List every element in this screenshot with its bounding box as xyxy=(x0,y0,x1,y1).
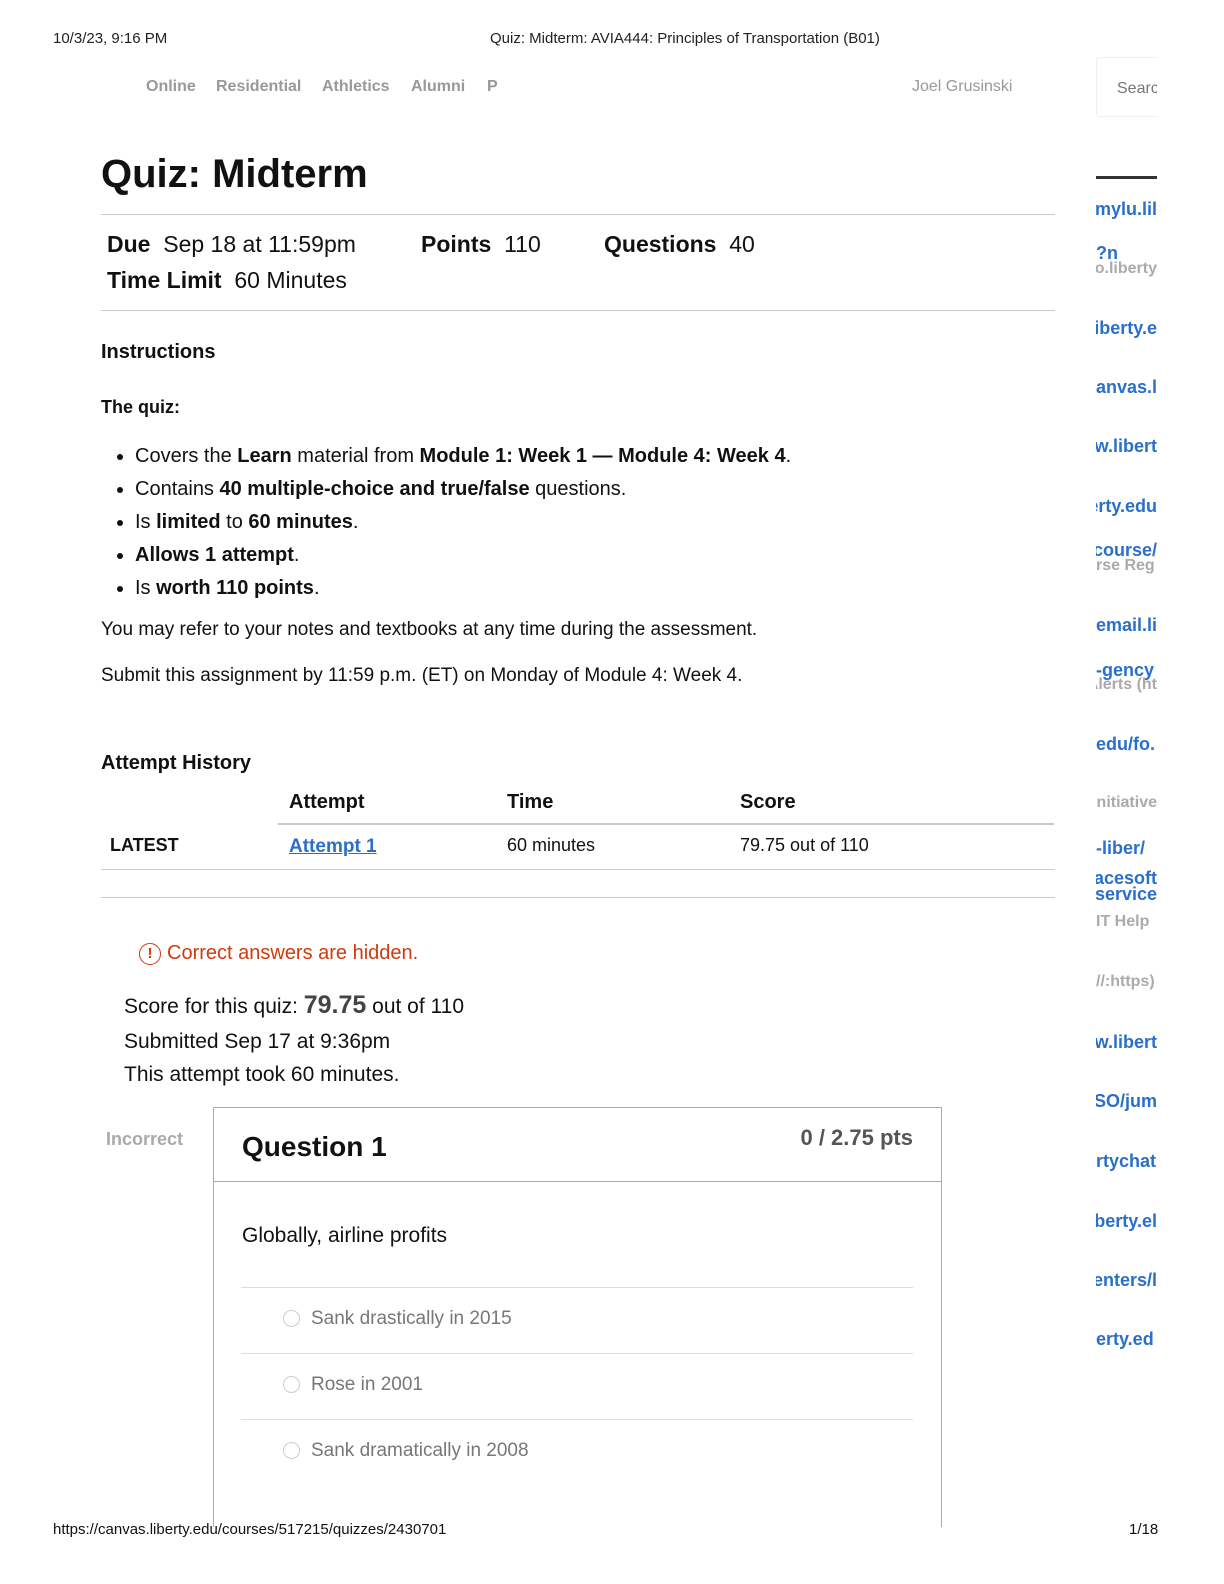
instruction-item: Is limited to 60 minutes. xyxy=(135,506,791,539)
sidebar-link[interactable]: iberty.e xyxy=(1096,318,1157,339)
answers-hidden-notice: ! Correct answers are hidden. xyxy=(139,942,418,965)
instruction-item: Allows 1 attempt. xyxy=(135,539,791,572)
divider xyxy=(101,897,1055,898)
sidebar-link-caption: Alerts (ht xyxy=(1096,676,1157,693)
sidebar-link[interactable]: service- xyxy=(1096,884,1157,905)
sidebar-link[interactable]: anvas.l xyxy=(1096,377,1157,398)
nav-residential[interactable]: Residential xyxy=(216,78,301,96)
question-status: Incorrect xyxy=(106,1129,184,1149)
sidebar-link[interactable]: mylu.lil xyxy=(1096,199,1157,220)
submitted-date: Submitted Sep 17 at 9:36pm xyxy=(124,1030,391,1053)
sidebar-link[interactable]: email.li xyxy=(1096,615,1157,636)
print-title: Quiz: Midterm: AVIA444: Principles of Tr… xyxy=(490,30,880,47)
nav-online[interactable]: Online xyxy=(146,78,196,96)
question-text: Globally, airline profits xyxy=(242,1224,448,1247)
divider xyxy=(101,310,1055,311)
sidebar-link-caption: IT Help xyxy=(1096,913,1150,930)
radio-button[interactable] xyxy=(283,1310,300,1327)
user-name[interactable]: Joel Grusinski xyxy=(912,78,1012,96)
instructions-list: Covers the Learn material from Module 1:… xyxy=(135,440,791,605)
sidebar-link[interactable]: w.libert xyxy=(1096,436,1157,457)
table-header-rule xyxy=(278,823,1054,825)
answer-option[interactable]: Sank dramatically in 2008 xyxy=(241,1419,913,1485)
instructions-para-2: Submit this assignment by 11:59 p.m. (ET… xyxy=(101,665,743,686)
due-date: Due Sep 18 at 11:59pm xyxy=(107,231,356,257)
col-score: Score xyxy=(740,791,796,813)
search-placeholder: Searc xyxy=(1117,80,1157,97)
question-points: 0 / 2.75 pts xyxy=(800,1125,913,1150)
search-input[interactable]: Searc xyxy=(1096,57,1157,117)
answer-option[interactable]: Sank drastically in 2015 xyxy=(241,1287,913,1353)
attempt-1-link[interactable]: Attempt 1 xyxy=(289,836,377,858)
instructions-para-1: You may refer to your notes and textbook… xyxy=(101,619,758,640)
sidebar-link[interactable]: enters/l xyxy=(1096,1270,1157,1291)
attempt-duration: This attempt took 60 minutes. xyxy=(124,1063,400,1086)
questions-count: Questions 40 xyxy=(604,231,755,257)
instruction-item: Is worth 110 points. xyxy=(135,572,791,605)
sidebar-link[interactable]: berty.el xyxy=(1096,1211,1157,1232)
time-limit: Time Limit 60 Minutes xyxy=(107,267,347,293)
question-card: Question 1 0 / 2.75 pts Globally, airlin… xyxy=(213,1107,942,1527)
col-time: Time xyxy=(507,791,554,813)
print-url: https://canvas.liberty.edu/courses/51721… xyxy=(53,1521,447,1538)
nav-alumni[interactable]: Alumni xyxy=(411,78,465,96)
sidebar-divider xyxy=(1096,176,1157,179)
page-title: Quiz: Midterm xyxy=(101,152,368,196)
sidebar-link[interactable]: rtychat xyxy=(1096,1151,1157,1172)
instructions-subheading: The quiz: xyxy=(101,397,180,417)
attempt-history-heading: Attempt History xyxy=(101,752,252,774)
points: Points 110 xyxy=(421,231,541,257)
attempt-time: 60 minutes xyxy=(507,835,596,855)
sidebar-link[interactable]: .edu/fo xyxy=(1096,734,1157,755)
attempt-score: 79.75 out of 110 xyxy=(740,835,869,855)
instructions-heading: Instructions xyxy=(101,341,216,363)
quiz-score: Score for this quiz: 79.75 out of 110 xyxy=(124,991,465,1019)
sidebar-link[interactable]: SO/jum xyxy=(1096,1091,1157,1112)
question-title: Question 1 xyxy=(242,1131,387,1162)
nav-truncated[interactable]: P xyxy=(487,78,498,96)
radio-button[interactable] xyxy=(283,1376,300,1393)
warning-icon: ! xyxy=(139,942,161,965)
sidebar-link-caption: Initiative xyxy=(1096,794,1157,811)
radio-button[interactable] xyxy=(283,1442,300,1459)
divider xyxy=(101,869,1055,870)
print-datetime: 10/3/23, 9:16 PM xyxy=(53,30,168,47)
instruction-item: Covers the Learn material from Module 1:… xyxy=(135,440,791,473)
sidebar-link-caption: (https:// xyxy=(1096,973,1155,990)
sidebar-link[interactable]: erty.edu xyxy=(1096,496,1157,517)
divider xyxy=(101,214,1055,215)
sidebar-link-caption: so.liberty xyxy=(1096,260,1157,277)
sidebar-link-caption: rse Reg xyxy=(1096,557,1155,574)
sidebar-link[interactable]: erty.ed xyxy=(1096,1329,1157,1350)
print-page: 1/18 xyxy=(1129,1521,1159,1538)
answer-option[interactable]: Rose in 2001 xyxy=(241,1353,913,1419)
question-header: Question 1 0 / 2.75 pts xyxy=(214,1108,941,1182)
sidebar-link[interactable]: /liber- xyxy=(1096,838,1157,859)
col-attempt: Attempt xyxy=(289,791,365,813)
latest-label: LATEST xyxy=(110,835,179,855)
sidebar-link[interactable]: w.libert xyxy=(1096,1032,1157,1053)
nav-athletics[interactable]: Athletics xyxy=(322,78,390,96)
instruction-item: Contains 40 multiple-choice and true/fal… xyxy=(135,473,791,506)
